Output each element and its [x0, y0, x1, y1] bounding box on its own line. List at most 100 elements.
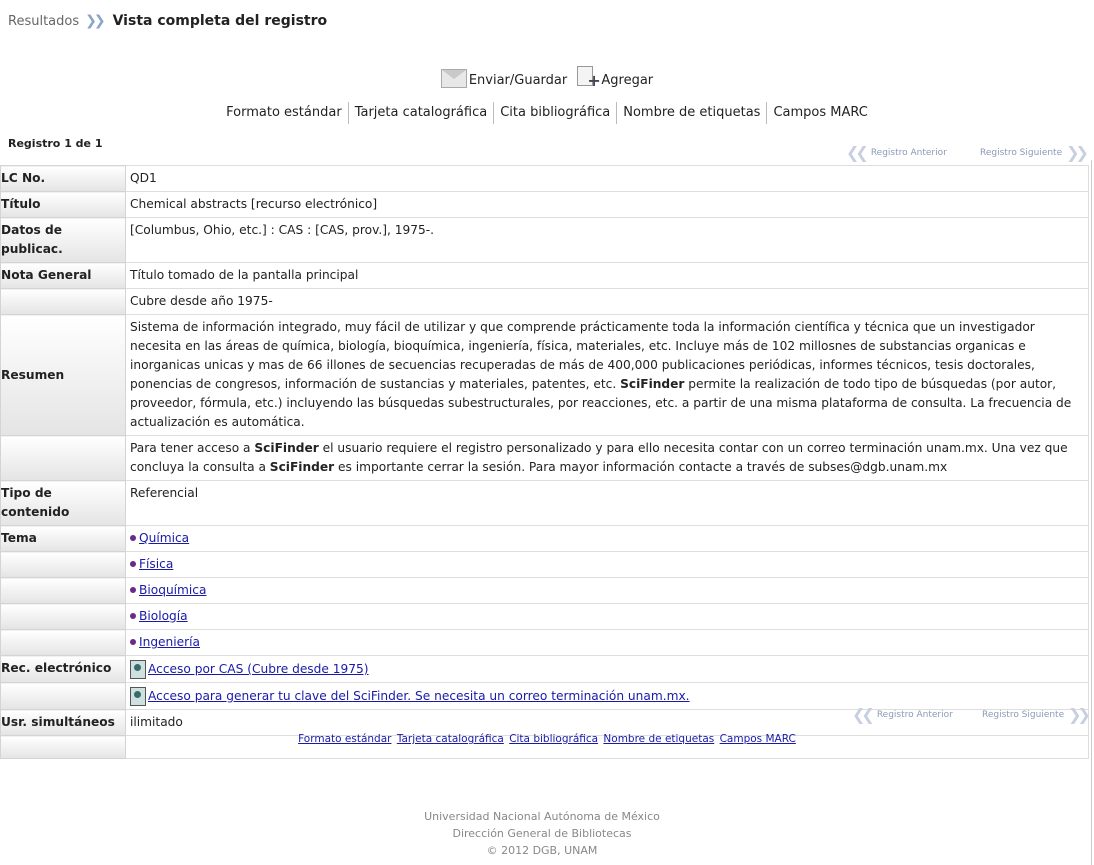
bullet-icon: [130, 638, 136, 645]
next-record-label: Registro Siguiente: [982, 709, 1065, 720]
scifinder-bold: SciFinder: [254, 441, 319, 455]
field-label: Tema: [0, 525, 126, 552]
topic-link-fisica[interactable]: Física: [139, 557, 173, 571]
field-value: Chemical abstracts [recurso electrónico]: [125, 191, 1089, 218]
double-chevron-right-icon: ❯❯: [1066, 143, 1089, 162]
envelope-icon: [440, 69, 467, 88]
bullet-icon: [130, 586, 136, 593]
link-nombre-etiquetas[interactable]: Nombre de etiquetas: [603, 733, 714, 745]
table-row: Rec. electrónico Acceso por CAS (Cubre d…: [0, 655, 1089, 683]
record-table: LC No. QD1 Título Chemical abstracts [re…: [0, 165, 1089, 759]
double-chevron-left-icon: ❮❮: [852, 705, 875, 724]
table-row: Nota General Título tomado de la pantall…: [0, 262, 1089, 289]
topic-item: Biología: [125, 603, 1089, 630]
field-label: Resumen: [0, 314, 126, 436]
field-value: Cubre desde año 1975-: [125, 288, 1089, 315]
table-row: Tipo de contenido Referencial: [0, 480, 1089, 526]
field-label: Rec. electrónico: [0, 655, 126, 683]
summary-value: Sistema de información integrado, muy fá…: [125, 314, 1089, 436]
table-row: Tema Química: [0, 525, 1089, 552]
topic-item: Química: [125, 525, 1089, 552]
table-row: Para tener acceso a SciFinder el usuario…: [0, 435, 1089, 481]
scifinder-bold: SciFinder: [269, 460, 335, 474]
footer-copyright: © 2012 DGB, UNAM: [486, 844, 598, 857]
erec-item: Acceso por CAS (Cubre desde 1975): [125, 655, 1089, 683]
table-row: Título Chemical abstracts [recurso elect…: [0, 191, 1089, 218]
topic-item: Ingeniería: [125, 629, 1089, 656]
field-value: Título tomado de la pantalla principal: [125, 262, 1089, 289]
link-tarjeta-catalografica[interactable]: Tarjeta catalográfica: [397, 733, 504, 745]
prev-record-button-bottom[interactable]: ❮❮ Registro Anterior: [852, 705, 953, 724]
tab-cita-bibliografica[interactable]: Cita bibliográfica: [494, 102, 618, 124]
prev-record-label: Registro Anterior: [876, 709, 953, 720]
table-row: Física: [0, 551, 1089, 578]
footer: Universidad Nacional Autónoma de México …: [0, 808, 1084, 859]
topic-link-quimica[interactable]: Química: [139, 531, 189, 545]
next-record-button-bottom[interactable]: Registro Siguiente ❯❯: [982, 705, 1091, 724]
link-formato-estandar[interactable]: Formato estándar: [298, 733, 391, 745]
topic-link-ingenieria[interactable]: Ingeniería: [139, 635, 200, 649]
tab-nombre-etiquetas[interactable]: Nombre de etiquetas: [617, 102, 768, 124]
send-save-label: Enviar/Guardar: [468, 73, 568, 88]
tab-formato-estandar[interactable]: Formato estándar: [220, 102, 349, 124]
topic-item: Física: [125, 551, 1089, 578]
format-tabs: Formato estándar Tarjeta catalográfica Cit…: [0, 102, 1094, 124]
field-value: QD1: [125, 165, 1089, 192]
bottom-format-links: Formato estándar Tarjeta catalográfica C…: [0, 733, 1094, 745]
breadcrumb-results-link[interactable]: Resultados: [8, 14, 79, 29]
topic-link-bioquimica[interactable]: Bioquímica: [139, 583, 206, 597]
bullet-icon: [130, 612, 136, 619]
table-row: Bioquímica: [0, 577, 1089, 604]
table-row: Resumen Sistema de información integrado…: [0, 314, 1089, 436]
bullet-icon: [130, 560, 136, 567]
field-label-empty: [0, 603, 126, 630]
table-row: LC No. QD1: [0, 165, 1089, 192]
access-text: Para tener acceso a: [130, 441, 255, 455]
link-cita-bibliografica[interactable]: Cita bibliográfica: [509, 733, 598, 745]
scifinder-bold: SciFinder: [620, 377, 685, 391]
double-chevron-right-icon: ❯❯: [1068, 705, 1091, 724]
table-row: Ingeniería: [0, 629, 1089, 656]
access-note-value: Para tener acceso a SciFinder el usuario…: [125, 435, 1089, 481]
add-button[interactable]: + Agregar: [577, 66, 653, 89]
footer-university: Universidad Nacional Autónoma de México: [424, 810, 660, 823]
table-row: Cubre desde año 1975-: [0, 288, 1089, 315]
tab-tarjeta-catalografica[interactable]: Tarjeta catalográfica: [349, 102, 495, 124]
web-resource-icon: [130, 687, 146, 706]
send-save-button[interactable]: Enviar/Guardar: [440, 69, 568, 88]
topic-link-biologia[interactable]: Biología: [139, 609, 188, 623]
scifinder-key-link[interactable]: Acceso para generar tu clave del SciFind…: [148, 689, 690, 703]
table-row: Datos de publicac. [Columbus, Ohio, etc.…: [0, 217, 1089, 263]
field-value: [Columbus, Ohio, etc.] : CAS : [CAS, pro…: [125, 217, 1089, 263]
web-resource-icon: [130, 660, 146, 679]
field-label: Usr. simultáneos: [0, 709, 126, 736]
prev-record-button[interactable]: ❮❮ Registro Anterior: [846, 143, 947, 162]
page-title: Vista completa del registro: [112, 13, 328, 29]
field-label-empty: [0, 629, 126, 656]
field-label-empty: [0, 551, 126, 578]
right-divider: [1091, 160, 1092, 865]
field-label-empty: [0, 435, 126, 481]
double-chevron-right-icon: ❯❯: [85, 13, 106, 29]
topic-item: Bioquímica: [125, 577, 1089, 604]
breadcrumb: Resultados ❯❯ Vista completa del registr…: [8, 13, 327, 29]
prev-record-label: Registro Anterior: [870, 147, 947, 158]
field-label: Datos de publicac.: [0, 217, 126, 263]
table-row: Biología: [0, 603, 1089, 630]
field-label-empty: [0, 288, 126, 315]
record-count: Registro 1 de 1: [8, 137, 103, 150]
field-label-empty: [0, 577, 126, 604]
field-label: Tipo de contenido: [0, 480, 126, 526]
field-label: Nota General: [0, 262, 126, 289]
link-campos-marc[interactable]: Campos MARC: [720, 733, 796, 745]
next-record-button[interactable]: Registro Siguiente ❯❯: [980, 143, 1089, 162]
tab-campos-marc[interactable]: Campos MARC: [767, 102, 873, 124]
field-label: Título: [0, 191, 126, 218]
action-bar: Enviar/Guardar + Agregar: [0, 66, 1094, 92]
access-text: es importante cerrar la sesión. Para may…: [334, 460, 948, 474]
next-record-label: Registro Siguiente: [980, 147, 1063, 158]
bullet-icon: [130, 534, 136, 541]
cas-access-link[interactable]: Acceso por CAS (Cubre desde 1975): [148, 662, 369, 676]
add-document-icon: +: [577, 66, 601, 89]
footer-directorate: Dirección General de Bibliotecas: [452, 827, 632, 840]
